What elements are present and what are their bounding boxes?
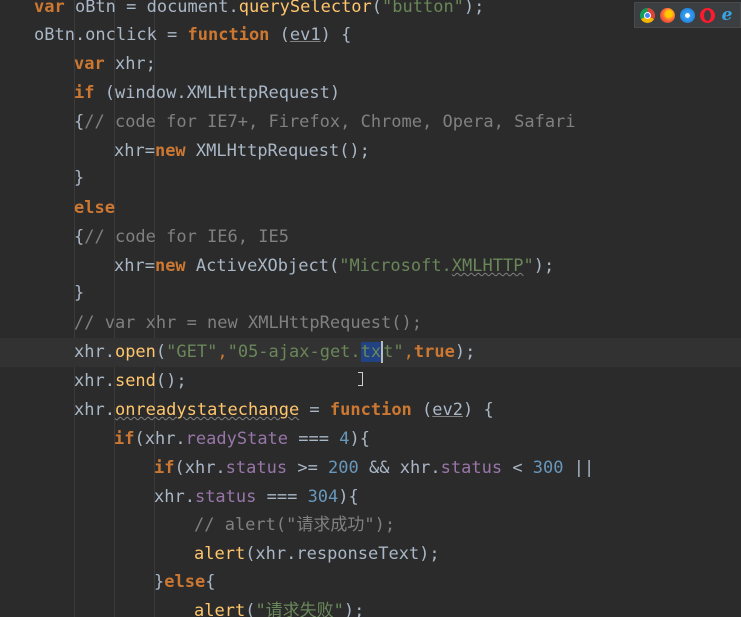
code-line[interactable]: } [74, 279, 741, 308]
code-line[interactable]: // var xhr = new XMLHttpRequest(); [74, 309, 741, 338]
opera-icon[interactable] [699, 7, 715, 23]
code-line[interactable]: }else{ [154, 568, 741, 597]
code-line-current[interactable]: xhr.open("GET","05-ajax-get.tx t",true); [0, 338, 741, 367]
code-line[interactable]: var xhr; [74, 50, 741, 79]
code-editor[interactable]: var oBtn = document.querySelector("butto… [0, 0, 741, 617]
code-line[interactable]: xhr.send(); [74, 367, 741, 396]
code-line[interactable]: xhr=new XMLHttpRequest(); [114, 137, 741, 166]
code-line[interactable]: else [74, 194, 741, 223]
code-line[interactable]: {// code for IE7+, Firefox, Chrome, Oper… [74, 108, 741, 137]
code-line[interactable]: } [74, 164, 741, 193]
code-line[interactable]: xhr.status === 304){ [154, 483, 741, 512]
safari-icon[interactable] [679, 7, 695, 23]
code-line[interactable]: {// code for IE6, IE5 [74, 223, 741, 252]
code-line[interactable]: alert("请求失败"); [194, 597, 741, 617]
firefox-icon[interactable] [660, 7, 676, 23]
text-selection: tx [360, 342, 382, 362]
code-line[interactable]: if(xhr.readyState === 4){ [114, 425, 741, 454]
code-line[interactable]: if (window.XMLHttpRequest) [74, 79, 741, 108]
ie-icon[interactable]: e [720, 6, 735, 23]
code-line[interactable]: // alert("请求成功"); [194, 511, 741, 540]
code-line[interactable]: if(xhr.status >= 200 && xhr.status < 300… [154, 454, 741, 483]
code-line[interactable]: xhr.onreadystatechange = function (ev2) … [74, 396, 741, 425]
code-line[interactable]: xhr=new ActiveXObject("Microsoft.XMLHTTP… [114, 252, 741, 281]
chrome-icon[interactable] [640, 7, 656, 23]
mouse-text-cursor-icon [358, 372, 363, 386]
code-line[interactable]: alert(xhr.responseText); [194, 540, 741, 569]
browser-preview-bar: e [634, 2, 741, 28]
